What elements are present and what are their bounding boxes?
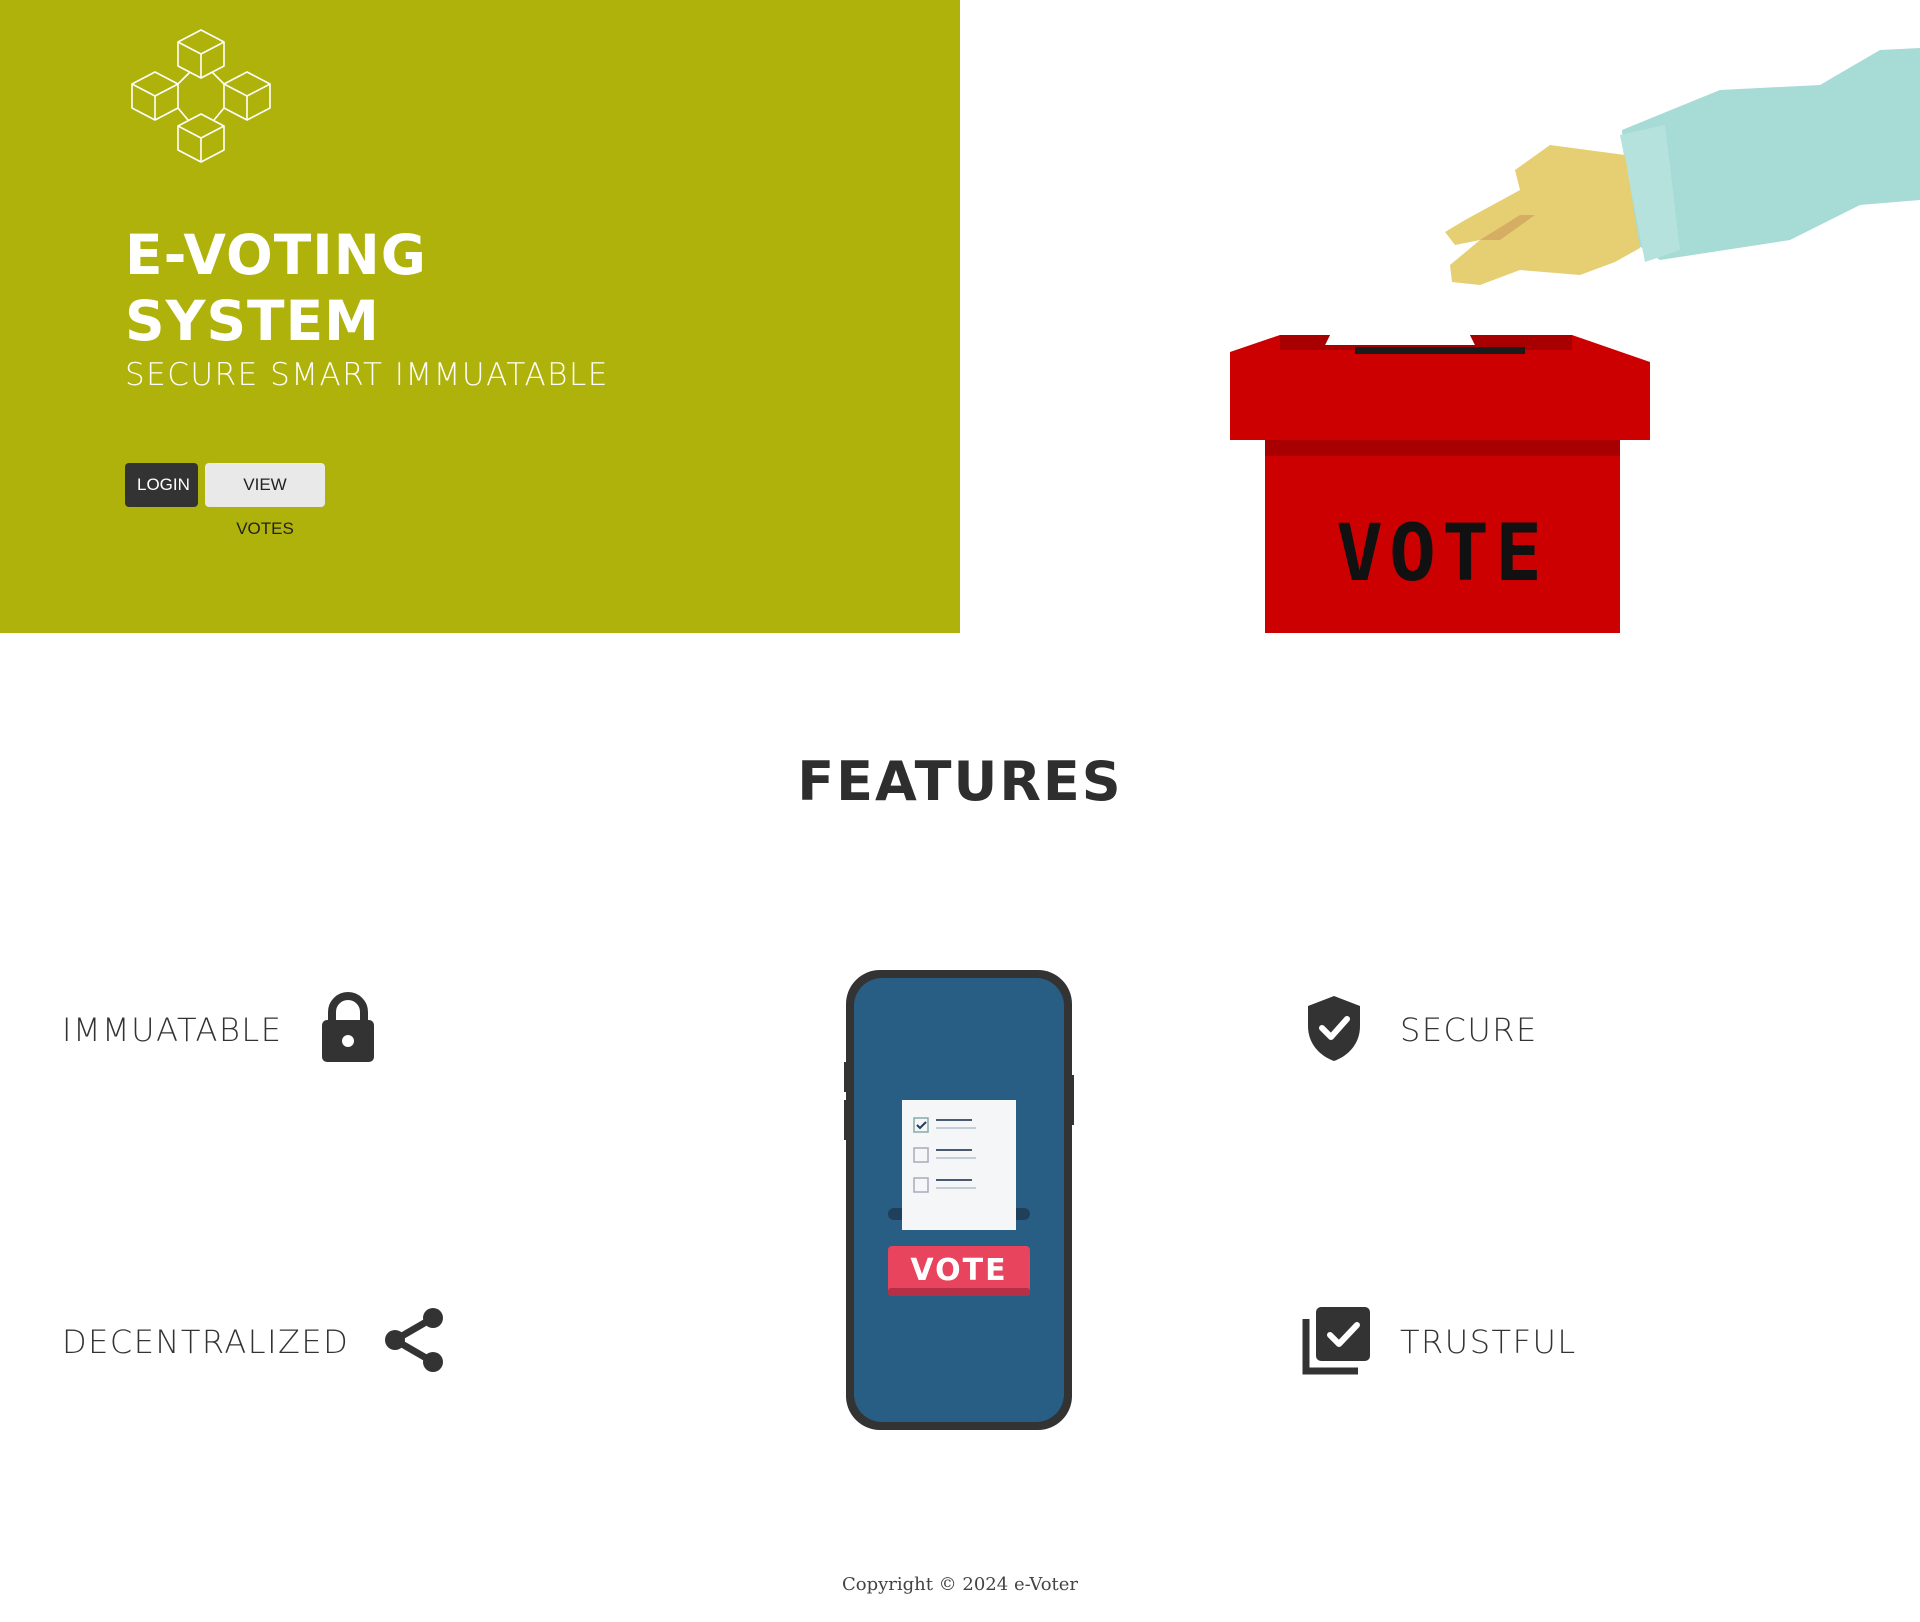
feature-label: IMMUATABLE <box>62 1011 283 1049</box>
phone-vote-button-text: VOTE <box>910 1253 1007 1288</box>
hero-title: E-VOTING SYSTEM <box>125 222 725 354</box>
feature-label: DECENTRALIZED <box>62 1323 350 1361</box>
blockchain-cubes-icon <box>131 29 271 163</box>
feature-immutable: IMMUATABLE <box>62 990 376 1070</box>
view-votes-button[interactable]: VIEW VOTES <box>205 463 325 538</box>
feature-label: TRUSTFUL <box>1400 1323 1577 1361</box>
phone-vote-illustration: VOTE <box>842 970 1076 1430</box>
features-title: FEATURES <box>797 750 1123 813</box>
login-button[interactable]: LOGIN <box>125 463 198 507</box>
hero-title-line2: SYSTEM <box>125 289 380 353</box>
ballot-box-vote-text: VOTE <box>1336 509 1548 599</box>
checklist-icon <box>1302 1305 1372 1379</box>
hero-title-line1: E-VOTING <box>125 223 427 287</box>
shield-check-icon <box>1306 994 1362 1066</box>
feature-decentralized: DECENTRALIZED <box>62 1302 445 1382</box>
feature-trustful: TRUSTFUL <box>1302 1302 1577 1382</box>
hero-illustration: VOTE <box>960 0 1920 633</box>
share-icon <box>383 1306 445 1378</box>
feature-secure: SECURE <box>1306 990 1538 1070</box>
ballot-box-illustration: VOTE <box>1230 48 1920 633</box>
footer-copyright: Copyright © 2024 e-Voter <box>841 1574 1079 1595</box>
feature-label: SECURE <box>1400 1011 1538 1049</box>
hero-tagline: SECURE SMART IMMUATABLE <box>125 357 609 393</box>
lock-icon <box>320 992 376 1068</box>
hero-banner: E-VOTING SYSTEM SECURE SMART IMMUATABLE … <box>0 0 960 633</box>
hero-section: E-VOTING SYSTEM SECURE SMART IMMUATABLE … <box>0 0 1920 633</box>
